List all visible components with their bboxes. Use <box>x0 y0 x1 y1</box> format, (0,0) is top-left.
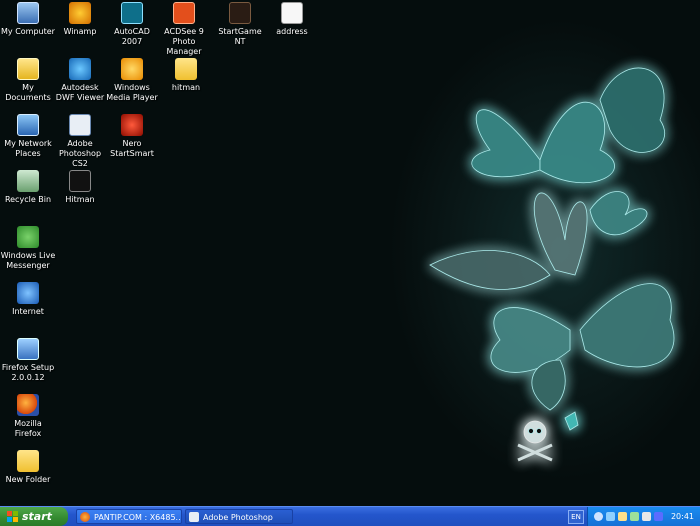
desktop-icon-photoshop[interactable]: Adobe Photoshop CS2 <box>52 114 108 169</box>
desktop-icon-winamp[interactable]: Winamp <box>52 2 108 37</box>
start-button[interactable]: start <box>0 507 68 526</box>
text-document-icon <box>281 2 303 24</box>
winamp-icon <box>69 2 91 24</box>
icon-label: Windows Live Messenger <box>0 251 56 270</box>
butterfly-wallpaper <box>429 67 675 462</box>
icon-label: Windows Media Player <box>106 83 158 102</box>
icon-label: Firefox Setup 2.0.0.12 <box>1 363 55 382</box>
icon-label: Internet <box>12 307 44 316</box>
desktop-icon-startgame[interactable]: StartGame NT <box>212 2 268 47</box>
desktop-icon-messenger[interactable]: Windows Live Messenger <box>0 226 56 271</box>
icon-label: Mozilla Firefox <box>14 419 42 438</box>
icon-label: My Computer <box>1 27 55 36</box>
icon-label: Adobe Photoshop CS2 <box>58 139 102 168</box>
tray-app-icon[interactable] <box>618 512 627 521</box>
desktop-icon-acdsee[interactable]: ACDSee 9 Photo Manager <box>156 2 212 57</box>
taskbar-button-firefox[interactable]: PANTIP.COM : X6485... <box>76 509 182 524</box>
network-places-icon <box>17 114 39 136</box>
icon-label: Nero StartSmart <box>110 139 154 158</box>
system-tray: EN 20:41 <box>568 507 700 526</box>
recycle-bin-icon <box>17 170 39 192</box>
firefox-icon <box>80 512 90 522</box>
desktop-icon-dwf-viewer[interactable]: Autodesk DWF Viewer <box>52 58 108 103</box>
folder-icon <box>17 450 39 472</box>
desktop-icon-firefox[interactable]: Mozilla Firefox <box>0 394 56 439</box>
speaker-icon[interactable] <box>642 512 651 521</box>
desktop-icon-my-documents[interactable]: My Documents <box>0 58 56 103</box>
desktop-icon-firefox-setup[interactable]: Firefox Setup 2.0.0.12 <box>0 338 56 383</box>
desktop-icon-internet[interactable]: Internet <box>0 282 56 317</box>
icon-label: address <box>276 27 308 36</box>
acdsee-icon <box>173 2 195 24</box>
hitman-icon <box>69 170 91 192</box>
media-player-icon <box>121 58 143 80</box>
my-computer-icon <box>17 2 39 24</box>
my-documents-icon <box>17 58 39 80</box>
icon-label: Winamp <box>63 27 97 36</box>
icon-label: ACDSee 9 Photo Manager <box>164 27 204 56</box>
desktop-icon-new-folder[interactable]: New Folder <box>0 450 56 485</box>
firefox-icon <box>17 394 39 416</box>
icon-label: hitman <box>171 83 201 92</box>
photoshop-icon <box>69 114 91 136</box>
nero-icon <box>121 114 143 136</box>
desktop-icon-recycle-bin[interactable]: Recycle Bin <box>0 170 56 205</box>
installer-icon <box>17 338 39 360</box>
messenger-icon <box>17 226 39 248</box>
taskbar: start PANTIP.COM : X6485... Adobe Photos… <box>0 506 700 526</box>
icon-label: My Network Places <box>4 139 52 158</box>
network-icon[interactable] <box>606 512 615 521</box>
clock[interactable]: 20:41 <box>671 507 694 526</box>
folder-icon <box>175 58 197 80</box>
autocad-icon <box>121 2 143 24</box>
game-icon <box>229 2 251 24</box>
start-label: start <box>22 510 52 523</box>
desktop-icon-network-places[interactable]: My Network Places <box>0 114 56 159</box>
desktop-icon-hitman[interactable]: Hitman <box>52 170 108 205</box>
display-icon[interactable] <box>654 512 663 521</box>
desktop-icon-hitman-folder[interactable]: hitman <box>158 58 214 93</box>
dwf-viewer-icon <box>69 58 91 80</box>
icon-label: My Documents <box>5 83 51 102</box>
language-indicator[interactable]: EN <box>568 510 584 524</box>
icon-label: AutoCAD 2007 <box>114 27 150 46</box>
desktop-icon-media-player[interactable]: Windows Media Player <box>104 58 160 103</box>
desktop-icon-address[interactable]: address <box>264 2 320 37</box>
desktop-icon-my-computer[interactable]: My Computer <box>0 2 56 37</box>
desktop: My Computer Winamp AutoCAD 2007 ACDSee 9… <box>0 0 700 506</box>
desktop-icon-autocad[interactable]: AutoCAD 2007 <box>104 2 160 47</box>
desktop-icon-nero[interactable]: Nero StartSmart <box>104 114 160 159</box>
icon-label: Recycle Bin <box>4 195 52 204</box>
icon-label: Hitman <box>65 195 95 204</box>
taskbar-button-label: PANTIP.COM : X6485... <box>94 513 182 522</box>
icon-label: New Folder <box>5 475 51 484</box>
icon-label: StartGame NT <box>218 27 262 46</box>
windows-flag-icon <box>7 511 18 522</box>
moon-icon[interactable] <box>594 512 603 521</box>
icon-label: Autodesk DWF Viewer <box>55 83 105 102</box>
taskbar-button-photoshop[interactable]: Adobe Photoshop <box>185 509 293 524</box>
photoshop-icon <box>189 512 199 522</box>
internet-explorer-icon <box>17 282 39 304</box>
messenger-icon[interactable] <box>630 512 639 521</box>
taskbar-button-label: Adobe Photoshop <box>203 513 273 522</box>
